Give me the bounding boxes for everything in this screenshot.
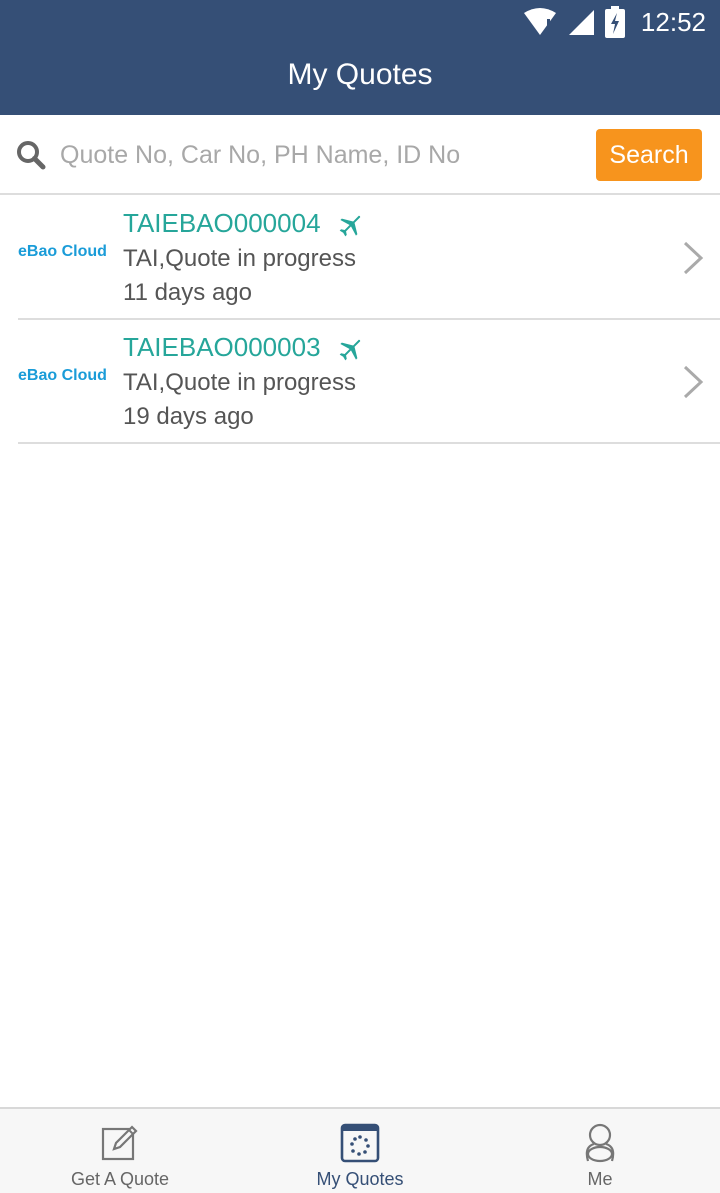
tab-get-a-quote[interactable]: Get A Quote [0, 1109, 240, 1193]
tab-label: Get A Quote [70, 1169, 170, 1189]
chevron-right-icon [683, 365, 704, 399]
page-title: My Quotes [287, 58, 433, 91]
airplane-icon [339, 215, 360, 237]
ebao-cloud-logo: eBao Cloud [18, 367, 107, 384]
quote-list: eBao Cloud TAIEBAO000004 TAI,Quote in pr… [0, 196, 720, 444]
quote-status: TAI,Quote in progress [123, 369, 356, 396]
quote-number-text: TAIEBAO000004 [123, 208, 321, 238]
tab-label: My Quotes [316, 1169, 404, 1189]
quote-list-item[interactable]: eBao Cloud TAIEBAO000003 TAI,Quote in pr… [18, 320, 720, 444]
quote-time-ago: 11 days ago [123, 279, 252, 306]
quote-number-text: TAIEBAO000003 [123, 332, 321, 362]
quote-number: TAIEBAO000003 [123, 332, 364, 363]
wifi-alert-icon [523, 8, 556, 35]
quote-list-item[interactable]: eBao Cloud TAIEBAO000004 TAI,Quote in pr… [18, 196, 720, 320]
chevron-right-icon [683, 241, 704, 275]
bottom-tab-bar: Get A Quote My Quotes Me [0, 1107, 720, 1193]
battery-charging-icon [604, 6, 625, 38]
quote-number: TAIEBAO000004 [123, 208, 364, 239]
quote-status: TAI,Quote in progress [123, 245, 356, 272]
cell-signal-icon [568, 10, 594, 35]
edit-icon [101, 1125, 138, 1161]
status-icons: 12:52 [523, 6, 706, 38]
quotes-list-icon [340, 1123, 380, 1163]
search-icon [17, 141, 46, 170]
status-clock: 12:52 [640, 6, 706, 37]
tab-me[interactable]: Me [480, 1109, 720, 1193]
airplane-icon [339, 339, 360, 361]
app-header: 12:52 My Quotes [0, 0, 720, 115]
tab-my-quotes[interactable]: My Quotes [240, 1109, 480, 1193]
search-input[interactable] [60, 135, 580, 175]
search-button[interactable]: Search [596, 129, 702, 181]
ebao-cloud-logo: eBao Cloud [18, 243, 107, 260]
person-icon [585, 1123, 615, 1163]
quote-time-ago: 19 days ago [123, 403, 254, 430]
status-bar: 12:52 [0, 0, 720, 44]
tab-label: Me [587, 1169, 613, 1189]
